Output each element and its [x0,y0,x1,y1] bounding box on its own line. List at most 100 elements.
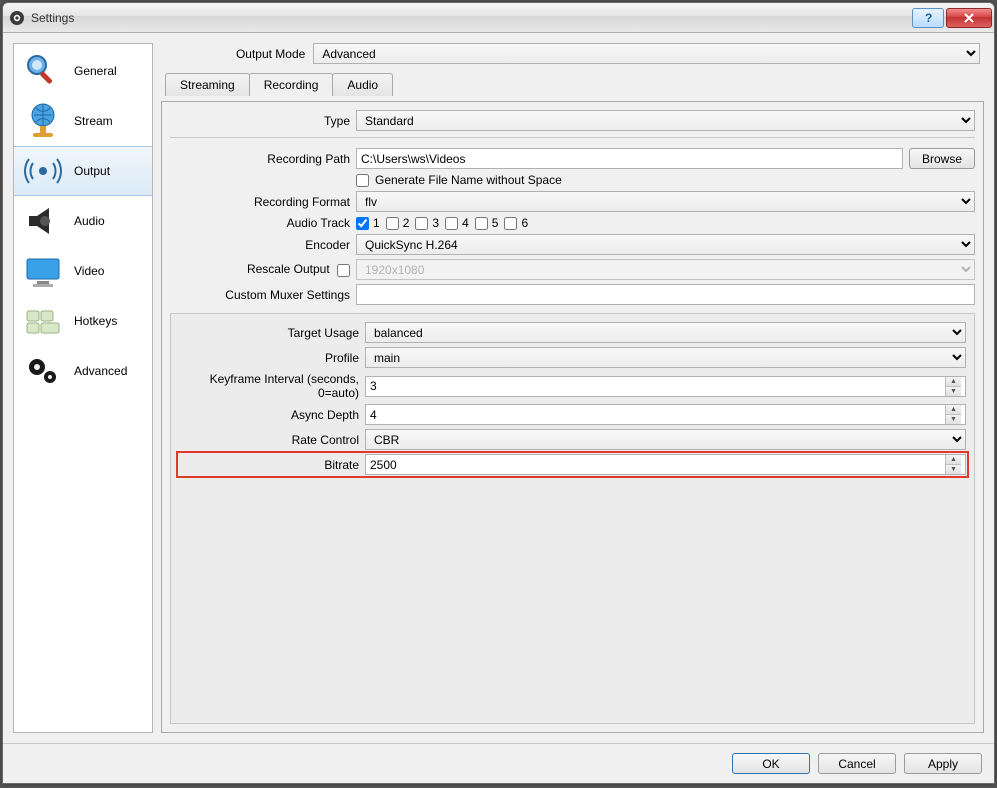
async-row: Async Depth ▲▼ [179,404,966,425]
browse-button[interactable]: Browse [909,148,975,169]
track-6-label: 6 [521,216,528,230]
close-button[interactable] [946,8,992,28]
path-label: Recording Path [170,152,350,166]
output-mode-label: Output Mode [165,47,305,61]
keyboard-icon [22,300,64,342]
muxer-input[interactable] [356,284,975,305]
divider [170,137,975,138]
path-input[interactable] [356,148,903,169]
svg-text:?: ? [925,13,932,23]
track-4-label: 4 [462,216,469,230]
sidebar-item-label: Advanced [74,364,127,378]
rescale-row: Rescale Output 1920x1080 [170,259,975,280]
target-label: Target Usage [179,326,359,340]
rescale-select: 1920x1080 [356,259,975,280]
speaker-icon [22,200,64,242]
keyframe-spinner[interactable]: ▲▼ [365,376,966,397]
monitor-icon [22,250,64,292]
gear-icon [22,350,64,392]
sidebar-item-label: Hotkeys [74,314,117,328]
type-label: Type [170,114,350,128]
sidebar-item-label: Output [74,164,110,178]
output-mode-row: Output Mode Advanced [161,43,984,64]
chevron-up-icon[interactable]: ▲ [945,405,961,415]
tab-recording[interactable]: Recording [249,73,334,96]
chevron-up-icon[interactable]: ▲ [945,377,961,387]
chevron-down-icon[interactable]: ▼ [945,415,961,424]
encoder-select[interactable]: QuickSync H.264 [356,234,975,255]
chevron-down-icon[interactable]: ▼ [945,387,961,396]
sidebar: General Stream Output Audio Video Hotkey… [13,43,153,733]
async-spinner[interactable]: ▲▼ [365,404,966,425]
titlebar: Settings ? [3,3,994,33]
path-row: Recording Path Browse [170,148,975,169]
format-label: Recording Format [170,195,350,209]
no-space-row: Generate File Name without Space [170,173,975,187]
track-4-checkbox[interactable] [445,217,458,230]
muxer-label: Custom Muxer Settings [170,288,350,302]
track-2-checkbox[interactable] [386,217,399,230]
rate-label: Rate Control [179,433,359,447]
keyframe-row: Keyframe Interval (seconds, 0=auto) ▲▼ [179,372,966,400]
tab-streaming[interactable]: Streaming [165,73,250,96]
sidebar-item-video[interactable]: Video [14,246,152,296]
sidebar-item-general[interactable]: General [14,46,152,96]
track-label: Audio Track [170,216,350,230]
track-5-checkbox[interactable] [475,217,488,230]
track-3-checkbox[interactable] [415,217,428,230]
track-1-checkbox[interactable] [356,217,369,230]
sidebar-item-audio[interactable]: Audio [14,196,152,246]
async-label: Async Depth [179,408,359,422]
track-5-label: 5 [492,216,499,230]
output-mode-select[interactable]: Advanced [313,43,980,64]
sidebar-item-advanced[interactable]: Advanced [14,346,152,396]
target-select[interactable]: balanced [365,322,966,343]
rescale-label: Rescale Output [170,262,350,276]
window-body: General Stream Output Audio Video Hotkey… [3,33,994,743]
track-6-checkbox[interactable] [504,217,517,230]
globe-icon [22,100,64,142]
ok-button[interactable]: OK [732,753,810,774]
profile-row: Profile main [179,347,966,368]
type-row: Type Standard [170,110,975,131]
bitrate-row: Bitrate ▲▼ [179,454,966,475]
track-row: Audio Track 1 2 3 4 5 6 [170,216,975,230]
track-1-label: 1 [373,216,380,230]
bitrate-spinner[interactable]: ▲▼ [365,454,966,475]
target-row: Target Usage balanced [179,322,966,343]
encoder-row: Encoder QuickSync H.264 [170,234,975,255]
help-button[interactable]: ? [912,8,944,28]
apply-button[interactable]: Apply [904,753,982,774]
encoder-settings-box: Target Usage balanced Profile main Keyfr… [170,313,975,724]
footer: OK Cancel Apply [3,743,994,783]
recording-panel: Type Standard Recording Path Browse [161,101,984,733]
track-2-label: 2 [403,216,410,230]
bitrate-label: Bitrate [179,458,359,472]
sidebar-item-output[interactable]: Output [14,146,152,196]
sidebar-item-hotkeys[interactable]: Hotkeys [14,296,152,346]
sidebar-item-label: Video [74,264,104,278]
wrench-icon [22,50,64,92]
track-3-label: 3 [432,216,439,230]
rate-select[interactable]: CBR [365,429,966,450]
no-space-checkbox[interactable] [356,174,369,187]
rescale-checkbox[interactable] [337,264,350,277]
tab-audio[interactable]: Audio [332,73,393,96]
main-panel: Output Mode Advanced Streaming Recording… [161,43,984,733]
sidebar-item-stream[interactable]: Stream [14,96,152,146]
format-select[interactable]: flv [356,191,975,212]
antenna-icon [22,150,64,192]
sidebar-item-label: Audio [74,214,105,228]
tabbar: Streaming Recording Audio [161,72,984,95]
rate-row: Rate Control CBR [179,429,966,450]
sidebar-item-label: Stream [74,114,113,128]
chevron-down-icon[interactable]: ▼ [945,465,961,474]
type-select[interactable]: Standard [356,110,975,131]
chevron-up-icon[interactable]: ▲ [945,455,961,465]
sidebar-item-label: General [74,64,117,78]
cancel-button[interactable]: Cancel [818,753,896,774]
app-icon [9,10,25,26]
profile-select[interactable]: main [365,347,966,368]
format-row: Recording Format flv [170,191,975,212]
window-title: Settings [31,11,910,25]
